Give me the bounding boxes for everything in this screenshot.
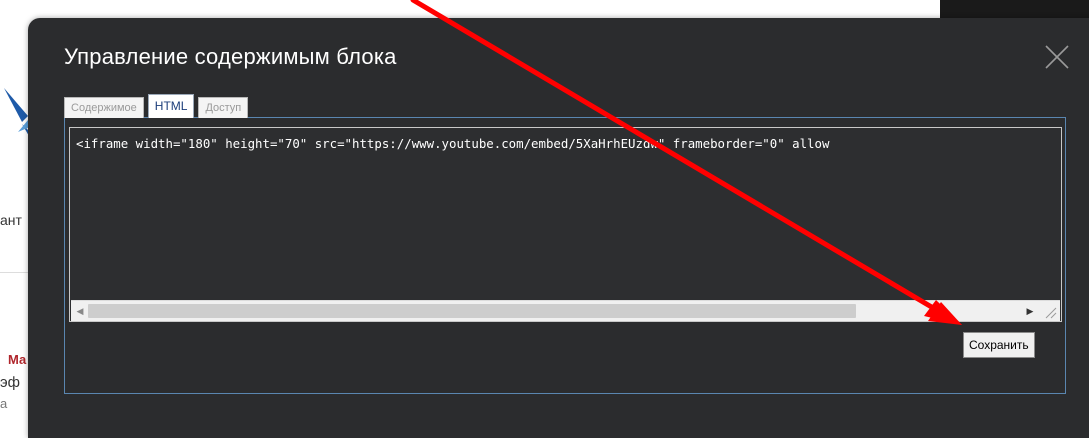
tab-content[interactable]: Содержимое bbox=[64, 97, 144, 118]
tab-access[interactable]: Доступ bbox=[198, 97, 249, 118]
background-text: а bbox=[0, 396, 8, 411]
html-code-editor[interactable]: <iframe width="180" height="70" src="htt… bbox=[69, 127, 1062, 322]
background-text: ант bbox=[0, 212, 22, 228]
save-button[interactable]: Сохранить bbox=[963, 332, 1035, 358]
horizontal-scrollbar[interactable]: ◀ ▶ bbox=[71, 300, 1060, 321]
resize-grip-icon[interactable] bbox=[1041, 303, 1057, 319]
tab-html[interactable]: HTML bbox=[147, 94, 195, 118]
block-content-dialog: Управление содержимым блока Содержимое H… bbox=[28, 18, 1089, 438]
tab-bar: Содержимое HTML Доступ bbox=[64, 94, 252, 118]
dialog-title: Управление содержимым блока bbox=[64, 44, 397, 69]
background-text: эф bbox=[0, 374, 20, 391]
close-icon bbox=[1045, 45, 1069, 69]
scroll-right-arrow-icon[interactable]: ▶ bbox=[1024, 305, 1036, 317]
background-text: Ма bbox=[8, 352, 27, 367]
scrollbar-thumb[interactable] bbox=[88, 304, 856, 318]
code-text: <iframe width="180" height="70" src="htt… bbox=[76, 136, 830, 151]
close-button[interactable] bbox=[1042, 42, 1072, 72]
scroll-left-arrow-icon[interactable]: ◀ bbox=[74, 305, 86, 317]
